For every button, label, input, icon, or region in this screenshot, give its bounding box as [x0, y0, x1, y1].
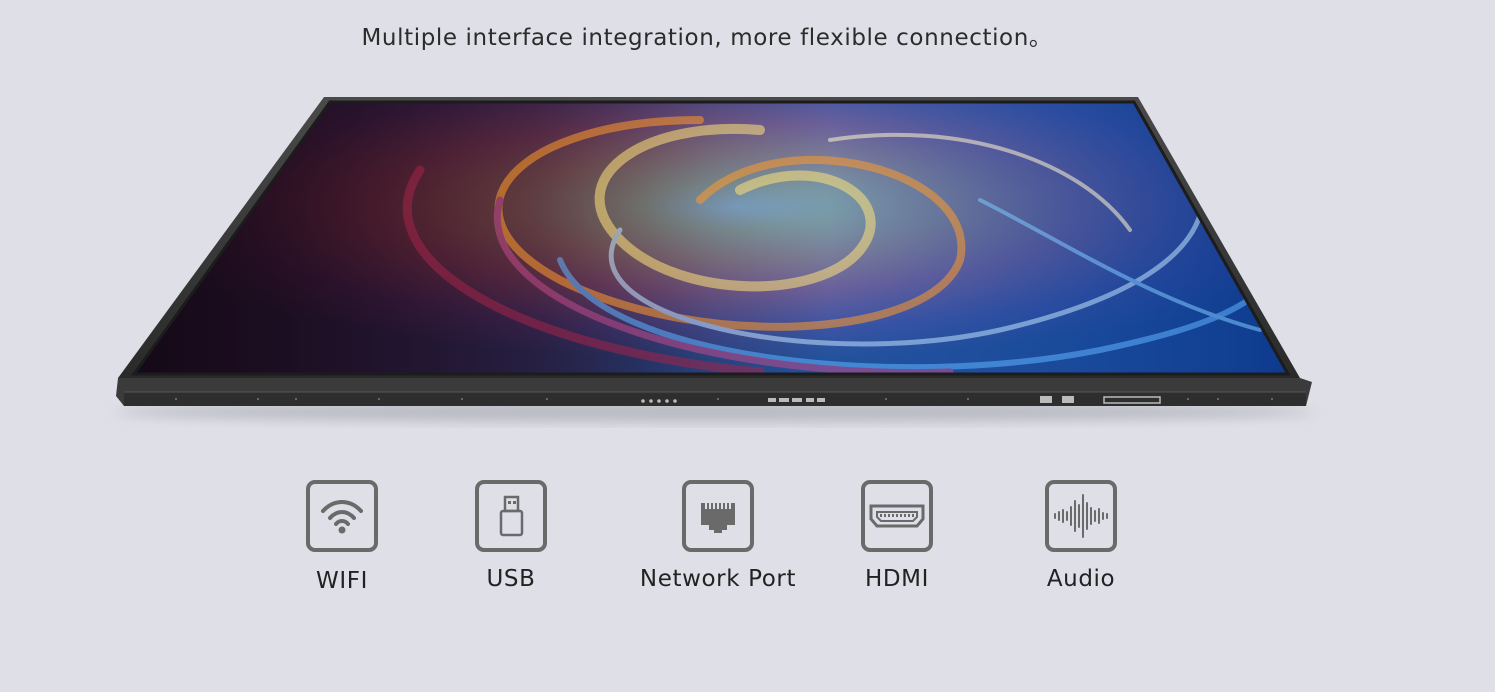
- hdmi-icon: [861, 480, 933, 552]
- usb-icon: [475, 480, 547, 552]
- feature-wifi: WIFI: [303, 480, 381, 594]
- feature-list: WIFI USB Network Port HDMI Audio: [0, 0, 1495, 692]
- feature-label: HDMI: [864, 566, 930, 592]
- feature-label: Network Port: [639, 566, 797, 592]
- audio-waveform-icon: [1045, 480, 1117, 552]
- feature-usb: USB: [472, 480, 550, 592]
- feature-audio: Audio: [1042, 480, 1120, 592]
- feature-label: USB: [486, 566, 536, 592]
- feature-network-port: Network Port: [637, 480, 799, 592]
- wifi-icon: [306, 480, 378, 552]
- feature-label: WIFI: [316, 568, 368, 594]
- feature-label: Audio: [1046, 566, 1116, 592]
- feature-hdmi: HDMI: [858, 480, 936, 592]
- ethernet-port-icon: [682, 480, 754, 552]
